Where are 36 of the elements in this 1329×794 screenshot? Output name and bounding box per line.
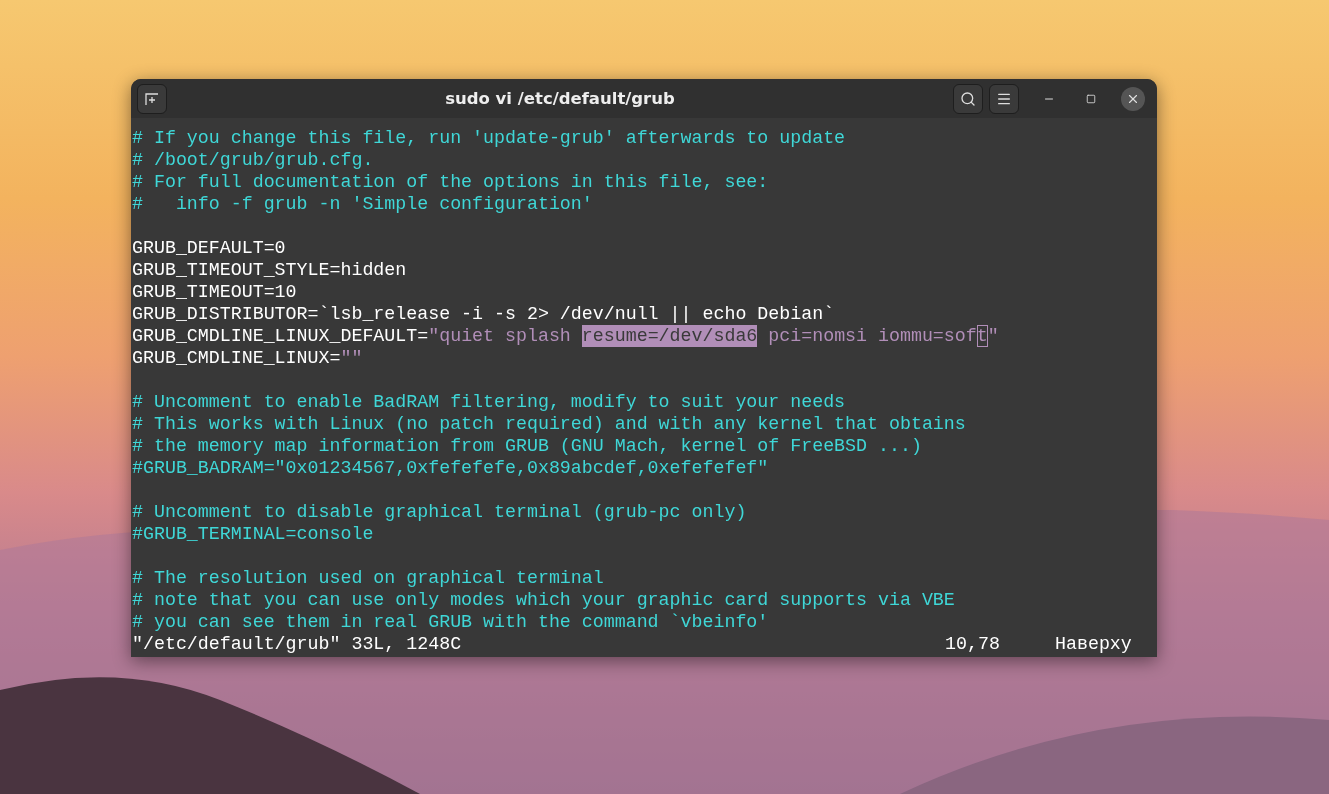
- code-comment: # Uncomment to disable graphical terminal (grub-pc only): [132, 501, 747, 523]
- code-comment: # /boot/grub/grub.cfg.: [132, 149, 374, 171]
- close-button[interactable]: [1121, 86, 1145, 111]
- code-text: GRUB_DEFAULT=0: [132, 237, 286, 259]
- code-text: GRUB_CMDLINE_LINUX=: [132, 347, 341, 369]
- code-comment: #GRUB_TERMINAL=console: [132, 523, 374, 545]
- code-text: GRUB_TIMEOUT=10: [132, 281, 297, 303]
- maximize-icon: [1086, 93, 1096, 104]
- cursor-position: 10,78: [945, 633, 1001, 655]
- code-comment: # This works with Linux (no patch required) and with any kernel that obtains: [132, 413, 966, 435]
- code-text: GRUB_DISTRIBUTOR=`lsb_release -i -s 2> /dev/null || echo Debian`: [132, 303, 835, 325]
- text-cursor: t: [976, 325, 988, 347]
- search-button[interactable]: [953, 83, 983, 114]
- code-comment: # info -f grub -n 'Simple configuration': [132, 193, 593, 215]
- new-tab-button[interactable]: [137, 83, 167, 114]
- code-comment: # For full documentation of the options in this file, see:: [132, 171, 769, 193]
- menu-button[interactable]: [989, 83, 1019, 114]
- code-comment: # Uncomment to enable BadRAM filtering, modify to suit your needs: [132, 391, 846, 413]
- code-comment: # If you change this file, run 'update-grub' afterwards to update: [132, 127, 846, 149]
- code-comment: #GRUB_BADRAM="0x01234567,0xfefefefe,0x89abcdef,0xefefefef": [132, 457, 769, 479]
- code-string: pci=nomsi iommu=sof: [767, 325, 977, 347]
- selected-text: resume=/dev/sda6: [581, 325, 758, 347]
- window-title: sudo vi /etc/default/grub: [444, 89, 676, 108]
- code-string: "quiet splash: [428, 325, 572, 347]
- code-text: GRUB_TIMEOUT_STYLE=hidden: [132, 259, 407, 281]
- code-comment: # note that you can use only modes which your graphic card supports via VBE: [132, 589, 955, 611]
- code-comment: # The resolution used on graphical terminal: [132, 567, 604, 589]
- code-comment: # the memory map information from GRUB (GNU Mach, kernel of FreeBSD ...): [132, 435, 922, 457]
- status-message: "/etc/default/grub" 33L, 1248C: [132, 633, 463, 655]
- search-icon: [960, 90, 976, 107]
- code-comment: # you can see them in real GRUB with the command `vbeinfo': [132, 611, 769, 633]
- scroll-position: Наверху: [1055, 633, 1133, 655]
- code-text: GRUB_CMDLINE_LINUX_DEFAULT=: [132, 325, 429, 347]
- code-string: "": [340, 347, 363, 369]
- code-string: ": [987, 325, 999, 347]
- new-tab-icon: [144, 90, 160, 107]
